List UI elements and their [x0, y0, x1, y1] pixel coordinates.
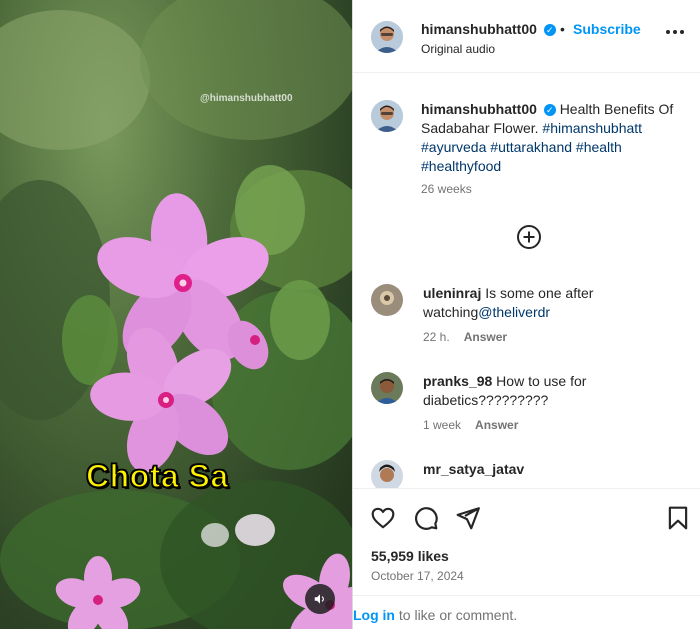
login-link[interactable]: Log in	[353, 607, 395, 623]
share-button[interactable]	[455, 505, 481, 536]
reel-video[interactable]: @himanshubhatt00 Chota Sa	[0, 0, 352, 629]
login-prompt-text: to like or comment.	[395, 607, 518, 623]
comment-time[interactable]: 22 h.	[423, 330, 450, 344]
comment-username[interactable]: mr_satya_jatav	[423, 461, 524, 477]
comment-username[interactable]: uleninraj	[423, 285, 481, 301]
comment-icon	[415, 507, 438, 530]
flower-scene	[0, 0, 352, 629]
caption-time[interactable]: 26 weeks	[421, 182, 472, 196]
hashtag-link[interactable]: #health	[576, 139, 622, 155]
likes-count[interactable]: 55,959 likes	[371, 548, 449, 564]
author-avatar[interactable]	[371, 21, 403, 53]
verified-icon: ✓	[543, 24, 556, 37]
comment-button[interactable]	[413, 505, 439, 536]
hashtag-link[interactable]: #healthyfood	[421, 158, 501, 174]
more-icon	[666, 30, 670, 34]
heart-icon	[371, 507, 395, 529]
share-icon	[456, 507, 480, 530]
post-side-panel: himanshubhatt00 ✓ • Subscribe Original a…	[352, 0, 700, 629]
audio-label[interactable]: Original audio	[421, 42, 495, 56]
hashtag-link[interactable]: #ayurveda	[421, 139, 486, 155]
commenter-avatar[interactable]	[371, 284, 403, 316]
bookmark-icon	[668, 506, 688, 530]
comment-time[interactable]: 1 week	[423, 418, 461, 432]
caption-username[interactable]: himanshubhatt00	[421, 101, 537, 117]
save-button[interactable]	[665, 505, 691, 536]
caption-text: himanshubhatt00 ✓ Health Benefits Of Sad…	[421, 100, 681, 176]
verified-icon: ✓	[543, 104, 556, 117]
comment-reply-button[interactable]: Answer	[475, 418, 518, 432]
more-options-button[interactable]	[666, 30, 684, 34]
caption-author-avatar[interactable]	[371, 100, 403, 132]
hashtag-link[interactable]: #himanshubhatt	[542, 120, 642, 136]
like-button[interactable]	[370, 505, 396, 536]
post-actions: 55,959 likes October 17, 2024 Log in to …	[353, 488, 700, 629]
mute-button[interactable]	[305, 584, 335, 614]
comment-username[interactable]: pranks_98	[423, 373, 492, 389]
post-date[interactable]: October 17, 2024	[371, 569, 464, 583]
comment-item: mr_satya_jatav	[353, 460, 700, 488]
video-overlay-caption: Chota Sa	[85, 457, 229, 495]
hashtag-link[interactable]: #uttarakhand	[490, 139, 572, 155]
volume-icon	[314, 594, 324, 604]
header-separator: •	[560, 21, 565, 37]
add-circle-icon	[517, 225, 541, 249]
commenter-avatar[interactable]	[371, 372, 403, 404]
author-username[interactable]: himanshubhatt00	[421, 21, 537, 37]
video-watermark: @himanshubhatt00	[200, 93, 293, 104]
login-prompt: Log in to like or comment.	[353, 595, 700, 629]
post-header: himanshubhatt00 ✓ • Subscribe Original a…	[353, 0, 700, 73]
subscribe-button[interactable]: Subscribe	[573, 21, 641, 37]
mention-link[interactable]: @theliverdr	[478, 304, 550, 320]
load-more-comments-button[interactable]	[516, 224, 542, 250]
comment-reply-button[interactable]: Answer	[464, 330, 507, 344]
commenter-avatar[interactable]	[371, 460, 403, 488]
